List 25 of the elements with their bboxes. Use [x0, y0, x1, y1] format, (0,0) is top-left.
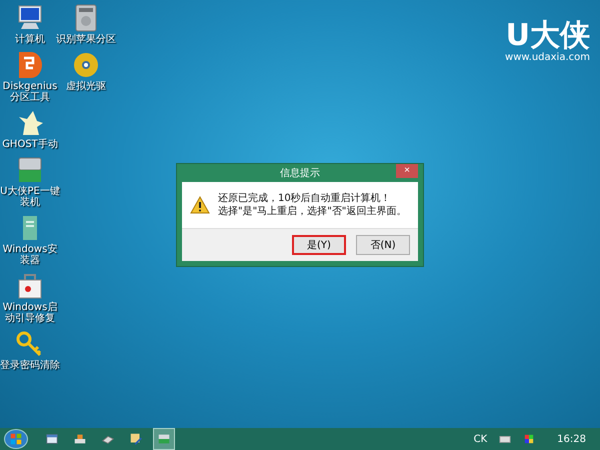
dialog-button[interactable]: 否(N)	[356, 235, 410, 255]
icon-label[interactable]: 虚拟光驱	[66, 81, 106, 92]
message-text: 选择"是"马上重启，选择"否"返回主界面。	[218, 205, 406, 218]
brand-logo: U大侠	[506, 20, 590, 52]
disc-icon	[71, 51, 101, 79]
icon-label[interactable]: 计算机	[15, 34, 45, 45]
message-text: 还原已完成，10秒后自动重启计算机！	[218, 192, 392, 205]
windows-logo-icon	[10, 433, 22, 445]
close-button[interactable]: ×	[396, 164, 418, 178]
dialog-button[interactable]: 是(Y)	[292, 235, 346, 255]
icon-label[interactable]: GHOST手动	[2, 139, 58, 150]
icon-label[interactable]: Windows启 动引导修复	[2, 302, 58, 324]
icon-label[interactable]: Diskgenius 分区工具	[2, 81, 58, 103]
color-icon[interactable]	[523, 434, 536, 444]
icon-label[interactable]: 登录密码清除	[0, 360, 60, 371]
warning-icon	[190, 196, 210, 214]
icon-label[interactable]: Windows安 装器	[2, 244, 58, 266]
icon-label[interactable]: U大侠PE一键 装机	[0, 186, 60, 208]
language-indicator[interactable]: CK	[474, 434, 488, 444]
dialog-title: 信息提示	[280, 166, 320, 180]
icon-label[interactable]: 识别苹果分区	[56, 34, 116, 45]
start-button[interactable]	[4, 429, 28, 449]
website-text: www.udaxia.com	[505, 52, 590, 63]
keyboard-icon[interactable]	[499, 434, 512, 444]
clock[interactable]: 16:28	[557, 434, 586, 444]
